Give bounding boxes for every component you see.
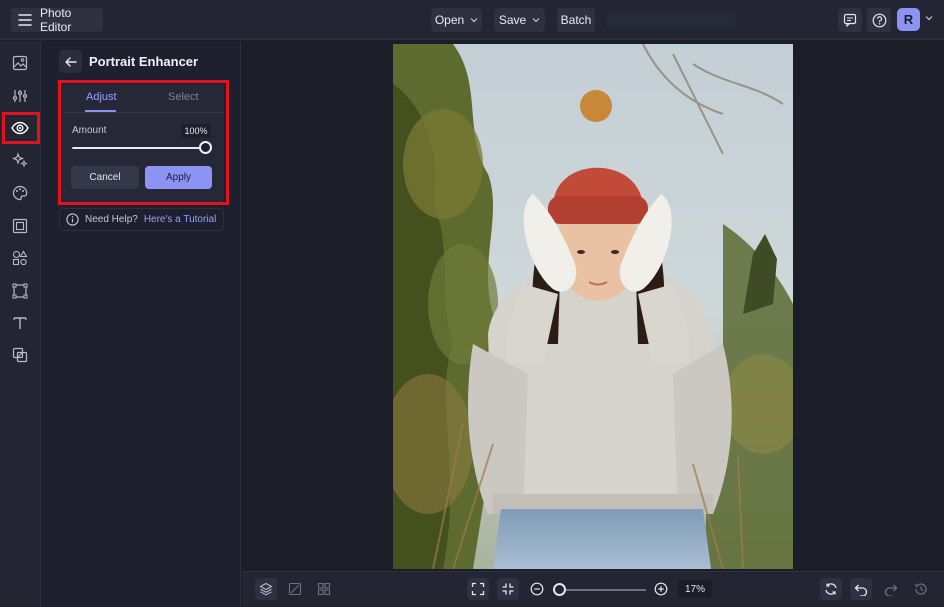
rail-item-frames[interactable] (8, 214, 32, 238)
rail-item-effects[interactable] (8, 148, 32, 172)
question-icon (872, 13, 887, 28)
rail-item-portrait[interactable] (8, 116, 32, 140)
grid-button[interactable] (313, 578, 335, 600)
tutorial-link[interactable]: Here's a Tutorial (144, 214, 217, 225)
adjust-card-highlight (58, 80, 229, 205)
history-button[interactable] (910, 578, 932, 600)
erase-button[interactable] (284, 578, 306, 600)
rail-item-adjust[interactable] (8, 84, 32, 108)
sparkle-icon (12, 152, 28, 168)
plus-circle-icon (654, 582, 668, 596)
reset-button[interactable] (820, 578, 842, 600)
text-icon (12, 315, 28, 331)
chat-icon (843, 13, 857, 27)
blurred-toolbar-area (606, 12, 736, 28)
sliders-icon (12, 88, 28, 104)
actual-size-button[interactable] (497, 578, 519, 600)
open-label: Open (434, 13, 465, 27)
rail-item-crop[interactable] (8, 279, 32, 303)
zoom-in-button[interactable] (650, 578, 672, 600)
minus-circle-icon (530, 582, 544, 596)
info-icon (66, 213, 79, 226)
panel-title: Portrait Enhancer (89, 54, 199, 69)
help-button[interactable] (867, 8, 891, 32)
image-icon (12, 55, 28, 71)
layers-button[interactable] (255, 578, 277, 600)
expand-icon (471, 582, 485, 596)
save-button[interactable]: Save (494, 8, 545, 32)
zoom-level[interactable]: 17% (678, 580, 712, 598)
user-avatar[interactable]: R (897, 8, 920, 31)
feedback-button[interactable] (838, 8, 862, 32)
undo-button[interactable] (850, 578, 872, 600)
undo-icon (854, 582, 868, 596)
portrait-photo (393, 44, 793, 569)
help-box: Need Help? Here's a Tutorial (59, 208, 224, 231)
shapes-icon (12, 250, 28, 266)
rail-item-image[interactable] (8, 51, 32, 75)
arrow-left-icon (64, 56, 77, 67)
redo-icon (884, 582, 898, 596)
eye-icon (11, 121, 29, 135)
shrink-icon (501, 582, 515, 596)
zoom-out-button[interactable] (526, 578, 548, 600)
rail-item-overlays[interactable] (8, 343, 32, 367)
overlay-icon (12, 347, 28, 363)
save-label: Save (498, 13, 527, 27)
rail-item-text[interactable] (8, 311, 32, 335)
chevron-down-icon[interactable] (925, 15, 933, 21)
refresh-icon (824, 582, 838, 596)
chevron-down-icon (470, 17, 478, 23)
photo-canvas[interactable] (393, 44, 793, 569)
eraser-icon (288, 582, 302, 596)
crop-icon (12, 283, 28, 299)
chevron-down-icon (532, 17, 540, 23)
zoom-slider-track[interactable] (560, 589, 646, 591)
redo-button[interactable] (880, 578, 902, 600)
batch-button[interactable]: Batch (557, 8, 595, 32)
rail-item-graphics[interactable] (8, 246, 32, 270)
layers-icon (259, 582, 273, 596)
back-button[interactable] (59, 50, 82, 73)
app-title: Photo Editor (40, 6, 72, 34)
hamburger-icon (18, 14, 32, 26)
rail-item-paint[interactable] (8, 181, 32, 205)
help-text: Need Help? (85, 214, 138, 225)
fit-screen-button[interactable] (467, 578, 489, 600)
grid-icon (317, 582, 331, 596)
history-icon (914, 582, 928, 596)
zoom-slider-thumb[interactable] (553, 583, 566, 596)
open-button[interactable]: Open (431, 8, 482, 32)
frame-icon (12, 218, 28, 234)
palette-icon (12, 185, 28, 201)
batch-label: Batch (560, 13, 592, 27)
app-menu-button[interactable]: Photo Editor (11, 6, 103, 34)
